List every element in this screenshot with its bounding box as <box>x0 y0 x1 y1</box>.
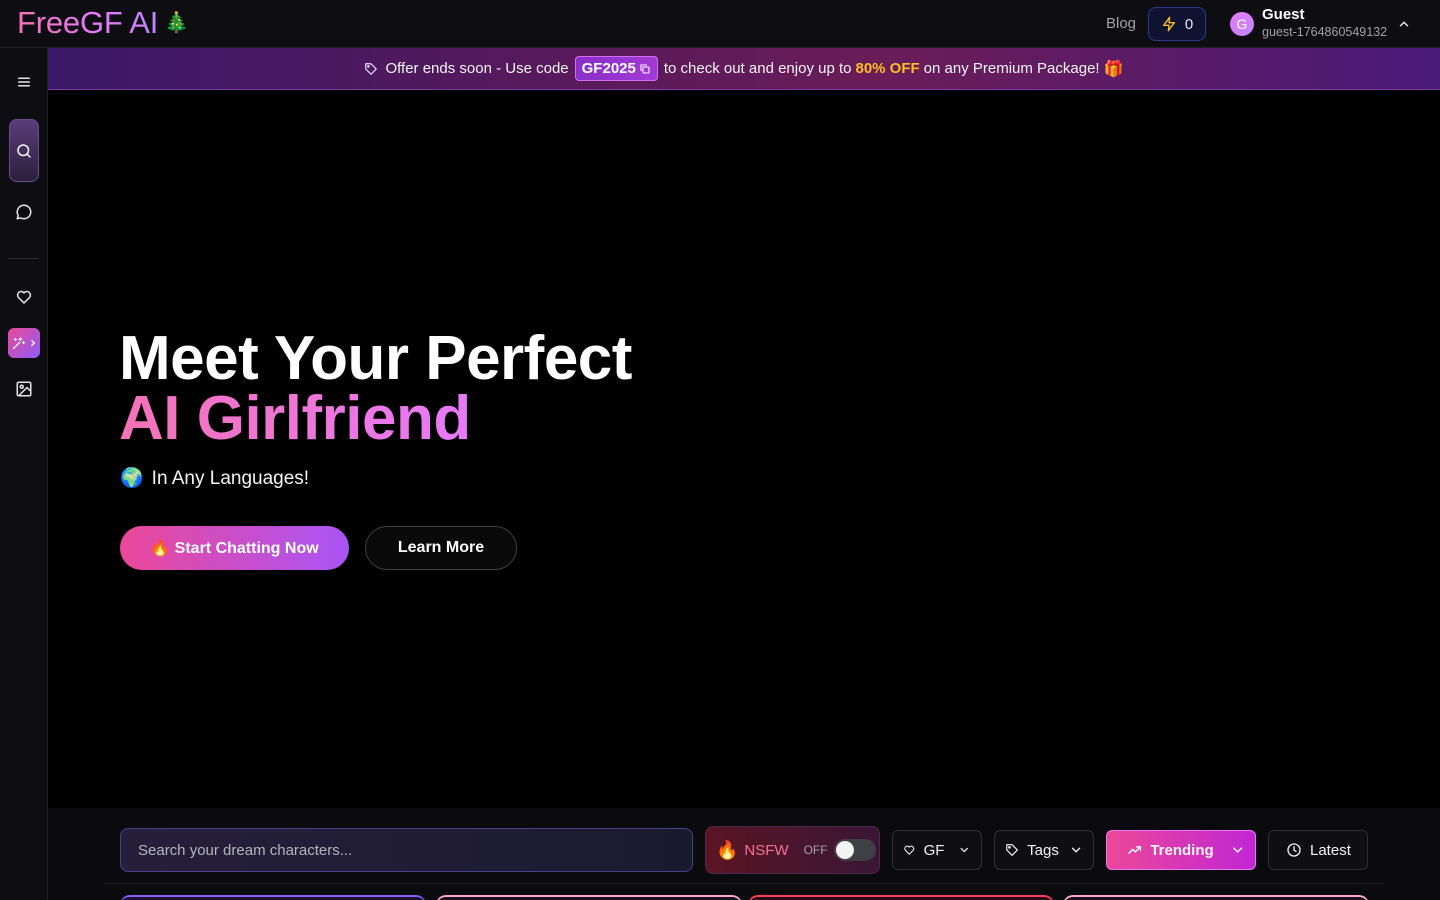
character-card[interactable] <box>748 895 1054 900</box>
learn-more-button[interactable]: Learn More <box>365 526 517 570</box>
chevron-down-icon <box>1071 847 1081 853</box>
divider <box>104 883 1384 884</box>
clock-icon <box>1287 843 1301 857</box>
sidebar <box>0 48 48 900</box>
start-chatting-button[interactable]: 🔥 Start Chatting Now <box>120 526 349 570</box>
user-name[interactable]: Guest <box>1262 7 1305 23</box>
character-card[interactable] <box>120 895 426 900</box>
avatar[interactable]: G <box>1230 12 1254 36</box>
heart-icon <box>904 845 915 855</box>
hero-subtitle: 🌍 In Any Languages! <box>120 467 309 491</box>
gf-filter-dropdown[interactable]: GF <box>892 830 982 870</box>
chat-icon <box>16 204 31 220</box>
chevron-right-icon <box>30 339 35 347</box>
credits-count: 0 <box>1184 15 1194 33</box>
chevron-up-icon[interactable] <box>1397 17 1411 31</box>
hero-title: Meet Your Perfect <box>119 324 632 393</box>
sidebar-item-search[interactable] <box>9 119 39 182</box>
chevron-down-icon <box>1232 847 1242 853</box>
nsfw-label: NSFW <box>744 841 789 859</box>
menu-button[interactable] <box>0 70 47 94</box>
promo-text-before: Offer ends soon - Use code <box>385 60 569 77</box>
promo-code-button[interactable]: GF2025 <box>574 56 658 81</box>
promo-banner: Offer ends soon - Use code GF2025 to che… <box>48 48 1440 90</box>
sidebar-item-generate[interactable] <box>8 328 40 358</box>
heart-icon <box>16 290 31 304</box>
user-id: guest-1764860549132 <box>1262 25 1388 39</box>
nsfw-toggle[interactable] <box>833 839 876 861</box>
tag-icon <box>365 62 378 75</box>
search-icon <box>17 143 31 158</box>
nsfw-state: OFF <box>803 843 828 857</box>
character-card[interactable] <box>1063 895 1369 900</box>
tags-filter-dropdown[interactable]: Tags <box>994 830 1094 870</box>
promo-text-after: on any Premium Package! <box>923 60 1100 77</box>
hero-title-highlight: AI Girlfriend <box>119 384 471 453</box>
trending-up-icon <box>1128 846 1142 854</box>
sidebar-item-favorites[interactable] <box>0 285 47 309</box>
globe-icon: 🌍 <box>120 468 144 489</box>
promo-discount: 80% OFF <box>855 60 920 77</box>
magic-generate-icon <box>12 336 25 349</box>
blog-link[interactable]: Blog <box>1106 15 1136 33</box>
image-icon <box>16 381 31 397</box>
trending-label: Trending <box>1150 841 1214 859</box>
promo-code: GF2025 <box>581 60 636 77</box>
credits-button[interactable]: 0 <box>1148 7 1206 41</box>
christmas-tree-icon: 🎄 <box>164 12 189 34</box>
top-header: FreeGF AI 🎄 Blog 0 G Guest guest-1764860… <box>0 0 1440 48</box>
menu-icon <box>17 77 30 87</box>
nsfw-toggle-container[interactable]: 🔥 NSFW OFF <box>705 826 880 874</box>
toggle-knob <box>835 841 854 859</box>
fire-icon: 🔥 <box>716 839 739 860</box>
tags-filter-label: Tags <box>1027 841 1059 859</box>
search-input[interactable] <box>120 828 693 872</box>
trending-sort-dropdown[interactable]: Trending <box>1106 830 1256 870</box>
gf-filter-label: GF <box>923 841 945 859</box>
promo-text-middle: to check out and enjoy up to <box>663 60 852 77</box>
sidebar-item-chat[interactable] <box>0 200 47 224</box>
logo[interactable]: FreeGF AI <box>17 5 158 41</box>
copy-icon <box>640 63 650 74</box>
latest-label: Latest <box>1310 841 1351 859</box>
chevron-down-icon <box>960 847 969 853</box>
gift-icon: 🎁 <box>1103 60 1124 78</box>
latest-sort-button[interactable]: Latest <box>1268 830 1368 870</box>
tag-icon <box>1006 844 1018 856</box>
character-card[interactable] <box>436 895 742 900</box>
lightning-icon <box>1162 16 1175 32</box>
hero-subtitle-text: In Any Languages! <box>151 468 310 489</box>
sidebar-item-gallery[interactable] <box>0 377 47 401</box>
sidebar-divider <box>8 258 39 259</box>
